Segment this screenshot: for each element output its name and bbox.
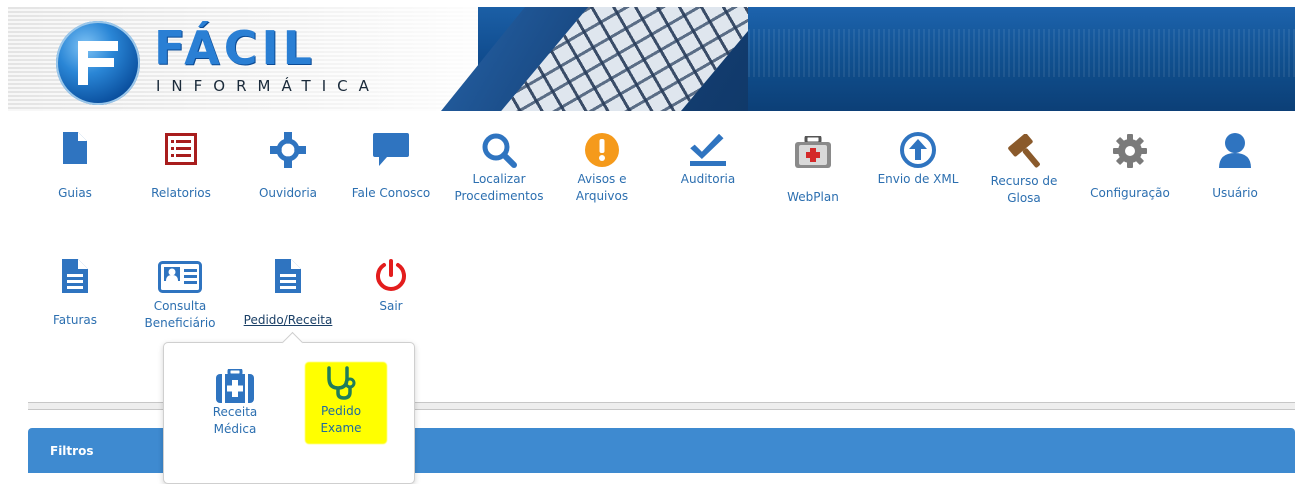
banner-right-panel	[748, 7, 1295, 111]
menu-item-sair[interactable]: Sair	[360, 255, 422, 335]
chat-bubble-icon	[373, 133, 409, 166]
document-icon	[63, 132, 87, 164]
menu-item-ouvidoria[interactable]: Ouvidoria	[248, 128, 328, 208]
gear-icon	[1113, 134, 1147, 168]
menu-item-guias[interactable]: Guias	[44, 128, 106, 208]
gavel-icon	[1008, 134, 1040, 168]
invoice-document-icon	[62, 259, 88, 293]
menu-label-webplan: WebPlan	[787, 190, 839, 204]
header-banner: FÁCIL INFORMÁTICA	[8, 7, 1295, 111]
menu-item-relatorios[interactable]: Relatorios	[141, 128, 221, 208]
logo-subtitle: INFORMÁTICA	[156, 77, 380, 95]
menu-label-fale-conosco: Fale Conosco	[351, 186, 431, 200]
menu-label-faturas: Faturas	[52, 313, 97, 327]
checkmark-icon	[690, 134, 726, 166]
menu-item-webplan[interactable]: WebPlan	[778, 128, 848, 208]
menu-item-faturas[interactable]: Faturas	[44, 255, 106, 335]
menu-label-usuario: Usuário	[1212, 186, 1258, 200]
menu-item-pedido-receita[interactable]: Pedido/Receita	[236, 255, 340, 335]
menu-item-usuario[interactable]: Usuário	[1200, 128, 1270, 208]
menu-label-configuracao: Configuração	[1090, 186, 1170, 200]
upload-arrow-icon	[900, 132, 936, 168]
menu-item-envio-xml[interactable]: Envio de XML	[870, 128, 966, 208]
menu-label-avisos: Avisos e Arquivos	[575, 172, 629, 203]
menu-item-avisos[interactable]: Avisos e Arquivos	[568, 128, 636, 208]
power-icon	[376, 259, 406, 291]
warning-icon	[585, 133, 619, 167]
menu-label-localizar: Localizar Procedimentos	[454, 172, 544, 203]
menu-label-recurso-glosa: Recurso de Glosa	[990, 174, 1058, 205]
menu-item-localizar[interactable]: Localizar Procedimentos	[446, 128, 552, 208]
menu-label-envio-xml: Envio de XML	[877, 172, 959, 186]
first-aid-kit-icon	[795, 136, 831, 168]
dropdown-item-receita-medica[interactable]: Receita Médica	[194, 367, 276, 447]
menu-label-sair: Sair	[379, 299, 403, 313]
prescription-document-icon	[275, 259, 301, 293]
menu-label-relatorios: Relatorios	[151, 186, 211, 200]
menu-item-consulta-beneficiario[interactable]: Consulta Beneficiário	[136, 255, 224, 335]
menu-label-ouvidoria: Ouvidoria	[258, 186, 318, 200]
menu-item-fale-conosco[interactable]: Fale Conosco	[345, 128, 437, 208]
crosshair-icon	[270, 132, 306, 168]
menu-label-pedido-receita: Pedido/Receita	[243, 313, 333, 327]
logo-name: FÁCIL	[154, 21, 316, 75]
menu-item-recurso-glosa[interactable]: Recurso de Glosa	[980, 128, 1068, 208]
dropdown-label-receita-medica: Receita Médica	[212, 405, 258, 436]
logo-globe-icon	[56, 21, 140, 105]
menu-item-configuracao[interactable]: Configuração	[1082, 128, 1178, 208]
id-card-icon	[158, 261, 202, 293]
medical-case-icon	[216, 369, 254, 403]
dropdown-item-pedido-exame[interactable]: Pedido Exame	[306, 366, 376, 446]
search-icon	[482, 133, 517, 168]
list-report-icon	[165, 133, 197, 165]
menu-label-consulta-beneficiario: Consulta Beneficiário	[144, 299, 216, 330]
menu-item-auditoria[interactable]: Auditoria	[670, 128, 746, 208]
menu-label-auditoria: Auditoria	[680, 172, 736, 186]
dropdown-label-pedido-exame: Pedido Exame	[320, 404, 362, 435]
filters-title: Filtros	[50, 444, 94, 458]
stethoscope-icon	[327, 366, 356, 400]
menu-label-guias: Guias	[58, 186, 92, 200]
user-icon	[1219, 133, 1251, 168]
